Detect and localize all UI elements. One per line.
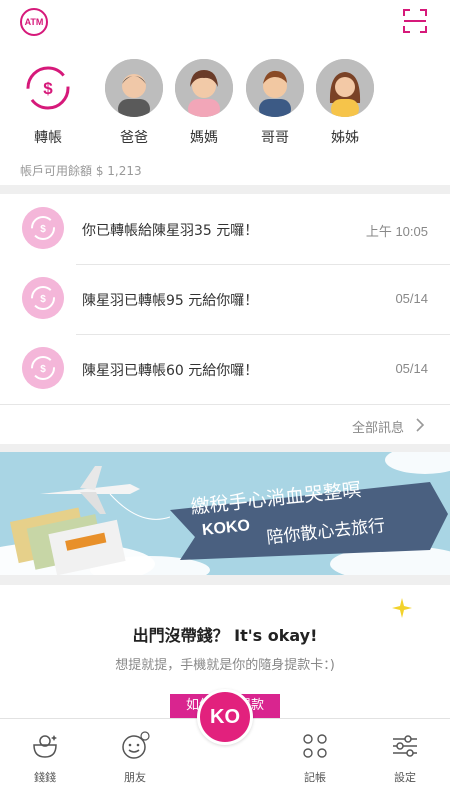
top-bar: ATM (0, 0, 450, 45)
avatar (105, 59, 163, 119)
list-item[interactable]: $ 你已轉帳給陳星羽35 元囉！ 上午 10:05 (0, 194, 450, 264)
all-messages-link[interactable]: 全部訊息 (0, 404, 450, 444)
friend-icon (122, 731, 150, 759)
promo-title: 出門沒帶錢？ It's okay! (132, 626, 318, 645)
contact-name: 姊姊 (331, 130, 359, 146)
contact-name: 媽媽 (190, 130, 218, 146)
settings-icon (393, 735, 417, 757)
message-text: 陳星羽已轉帳95 元給你囉！ (82, 293, 259, 309)
svg-text:$: $ (40, 364, 46, 375)
list-item[interactable]: $ 陳星羽已轉帳95 元給你囉！ 05/14 (0, 264, 450, 334)
ledger-icon (303, 734, 327, 758)
koko-center-button[interactable]: KO (197, 689, 253, 745)
svg-text:$: $ (40, 294, 46, 305)
tab-ledger[interactable]: 記帳 (280, 725, 350, 785)
contact-dad[interactable]: 爸爸 (104, 59, 164, 147)
svg-text:$: $ (40, 224, 46, 235)
transfer-icon: $ (22, 207, 64, 249)
message-time: 05/14 (395, 361, 428, 376)
contacts-section: $ 轉帳 爸爸 媽媽 哥哥 姊姊 帳戶可用餘額 $ 1,213 (0, 45, 450, 185)
promo-banner[interactable]: 繳稅手心淌血哭整暝 KOKO 陪你散心去旅行 (0, 452, 450, 575)
contact-name: 爸爸 (120, 130, 148, 146)
bottom-tab-bar: 錢錢 朋友 KO 記帳 設定 (0, 689, 450, 800)
tab-label: 記帳 (304, 771, 326, 784)
list-item[interactable]: $ 陳星羽已轉帳60 元給你囉！ 05/14 (0, 334, 450, 404)
all-messages-label: 全部訊息 (351, 421, 404, 436)
tab-money[interactable]: 錢錢 (10, 725, 80, 785)
tab-label: 錢錢 (34, 771, 56, 784)
message-time: 上午 10:05 (365, 224, 428, 239)
promo-subtitle: 想提就提，手機就是你的隨身提款卡：) (115, 658, 335, 673)
avatar (246, 59, 304, 119)
transfer-icon: $ (22, 277, 64, 319)
messages-list: $ 你已轉帳給陳星羽35 元囉！ 上午 10:05 $ 陳星羽已轉帳95 元給你… (0, 194, 450, 444)
transfer-label: 轉帳 (34, 130, 62, 146)
balance-text: 帳戶可用餘額 $ 1,213 (20, 164, 142, 178)
tab-friends[interactable]: 朋友 (100, 725, 170, 785)
transfer-button[interactable]: $ 轉帳 (18, 59, 78, 147)
contact-brother[interactable]: 哥哥 (245, 59, 305, 147)
sparkle-icon (392, 598, 412, 618)
avatar (316, 59, 374, 119)
tab-label: 設定 (394, 771, 416, 784)
message-text: 你已轉帳給陳星羽35 元囉！ (82, 223, 259, 239)
piggy-icon (33, 735, 57, 758)
avatar (175, 59, 233, 119)
contact-name: 哥哥 (261, 130, 289, 146)
transfer-icon: $ (19, 59, 77, 117)
chevron-right-icon (416, 418, 425, 432)
svg-text:$: $ (43, 79, 53, 98)
contact-sister[interactable]: 姊姊 (315, 59, 375, 147)
contact-mom[interactable]: 媽媽 (174, 59, 234, 147)
atm-icon[interactable]: ATM (20, 8, 48, 36)
message-time: 05/14 (395, 291, 428, 306)
tab-settings[interactable]: 設定 (370, 725, 440, 785)
tab-label: 朋友 (124, 771, 146, 784)
scan-icon[interactable] (402, 8, 428, 34)
transfer-icon: $ (22, 347, 64, 389)
message-text: 陳星羽已轉帳60 元給你囉！ (82, 363, 259, 379)
